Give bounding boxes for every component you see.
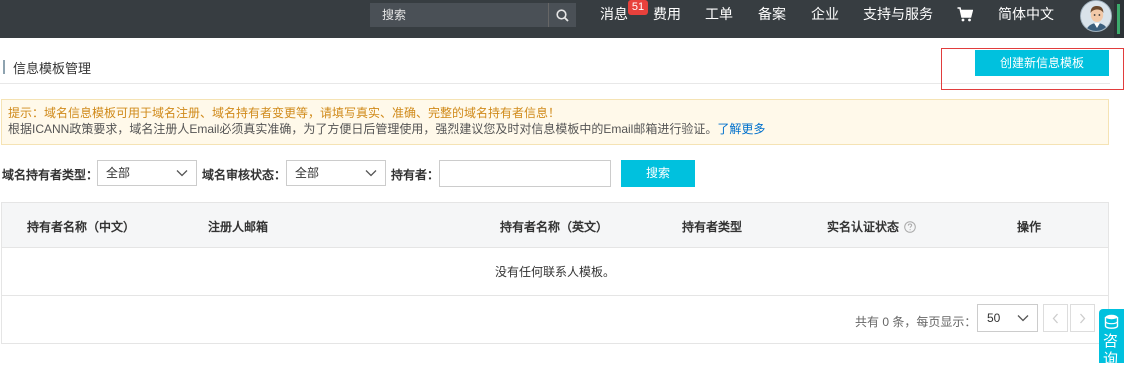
avatar-image <box>1081 1 1111 31</box>
top-nav-bar: 消息 51 费用 工单 备案 企业 支持与服务 简体中文 <box>0 0 1124 38</box>
global-search-input[interactable] <box>370 3 548 27</box>
prev-page-button[interactable] <box>1043 304 1068 332</box>
nav-filing[interactable]: 备案 <box>758 0 786 30</box>
help-icon[interactable] <box>904 221 917 233</box>
holder-label: 持有者： <box>391 168 440 182</box>
notice-line-2-text: 根据ICANN政策要求，域名注册人Email必须真实准确，为了方便日后管理使用，… <box>8 122 718 136</box>
pager-summary: 共有 0 条，每页显示： <box>855 315 977 329</box>
empty-state-text: 没有任何联系人模板。 <box>494 265 615 279</box>
scroll-thumb-icon <box>1117 4 1120 34</box>
column-header: 实名认证状态 <box>827 220 900 234</box>
holder-input[interactable] <box>439 160 611 187</box>
chevron-right-icon <box>1080 313 1086 323</box>
search-button[interactable]: 搜索 <box>621 160 695 187</box>
global-search <box>370 3 576 27</box>
learn-more-link[interactable]: 了解更多 <box>717 122 765 136</box>
chevron-down-icon <box>176 170 188 177</box>
audit-status-label: 域名审核状态： <box>202 168 287 182</box>
cart-icon <box>957 7 974 22</box>
database-icon <box>1104 314 1119 329</box>
nav-enterprise[interactable]: 企业 <box>811 0 839 30</box>
column-header: 持有者名称（英文） <box>500 220 609 234</box>
create-template-button[interactable]: 创建新信息模板 <box>975 50 1109 76</box>
column-header: 操作 <box>1017 220 1042 234</box>
audit-status-select[interactable]: 全部 <box>286 160 386 186</box>
column-header-verification: 实名认证状态 <box>827 218 917 235</box>
scrollbar-strip <box>1114 0 1124 38</box>
user-avatar[interactable] <box>1080 0 1112 32</box>
notice-line-1: 提示：域名信息模板可用于域名注册、域名持有者变更等，请填写真实、准确、完整的域名… <box>8 106 561 120</box>
column-header: 注册人邮箱 <box>208 220 269 234</box>
notice-line-2: 根据ICANN政策要求，域名注册人Email必须真实准确，为了方便日后管理使用，… <box>8 121 1102 137</box>
holder-type-select[interactable]: 全部 <box>97 160 197 186</box>
notice-panel: 提示：域名信息模板可用于域名注册、域名持有者变更等，请填写真实、准确、完整的域名… <box>1 99 1109 145</box>
column-header: 持有者类型 <box>682 220 743 234</box>
consult-label: 咨询 <box>1103 333 1119 368</box>
chevron-down-icon <box>1017 315 1029 322</box>
global-search-button[interactable] <box>548 3 576 27</box>
messages-count-badge: 51 <box>628 0 648 15</box>
nav-fees[interactable]: 费用 <box>653 0 681 30</box>
cart-button[interactable] <box>957 7 974 25</box>
page-title: 信息模板管理 <box>13 61 92 76</box>
audit-status-value: 全部 <box>295 166 320 180</box>
next-page-button[interactable] <box>1070 304 1095 332</box>
empty-state-row: 没有任何联系人模板。 <box>2 249 1108 296</box>
search-icon <box>556 8 569 22</box>
nav-support[interactable]: 支持与服务 <box>863 0 933 30</box>
chevron-left-icon <box>1052 313 1058 323</box>
nav-tickets[interactable]: 工单 <box>705 0 733 30</box>
nav-messages[interactable]: 消息 <box>600 0 628 30</box>
title-accent-bar <box>3 60 5 74</box>
page-size-value: 50 <box>987 311 1001 325</box>
column-header: 持有者名称（中文） <box>27 220 136 234</box>
template-table: 持有者名称（中文） 注册人邮箱 持有者名称（英文） 持有者类型 实名认证状态 操… <box>1 202 1109 344</box>
holder-type-label: 域名持有者类型： <box>2 168 99 182</box>
nav-language[interactable]: 简体中文 <box>998 0 1054 30</box>
consult-side-tab[interactable]: 咨询 <box>1099 309 1124 368</box>
table-header: 持有者名称（中文） 注册人邮箱 持有者名称（英文） 持有者类型 实名认证状态 操… <box>2 203 1108 248</box>
chevron-down-icon <box>365 170 377 177</box>
page-size-select[interactable]: 50 <box>977 304 1038 332</box>
holder-type-value: 全部 <box>106 166 131 180</box>
